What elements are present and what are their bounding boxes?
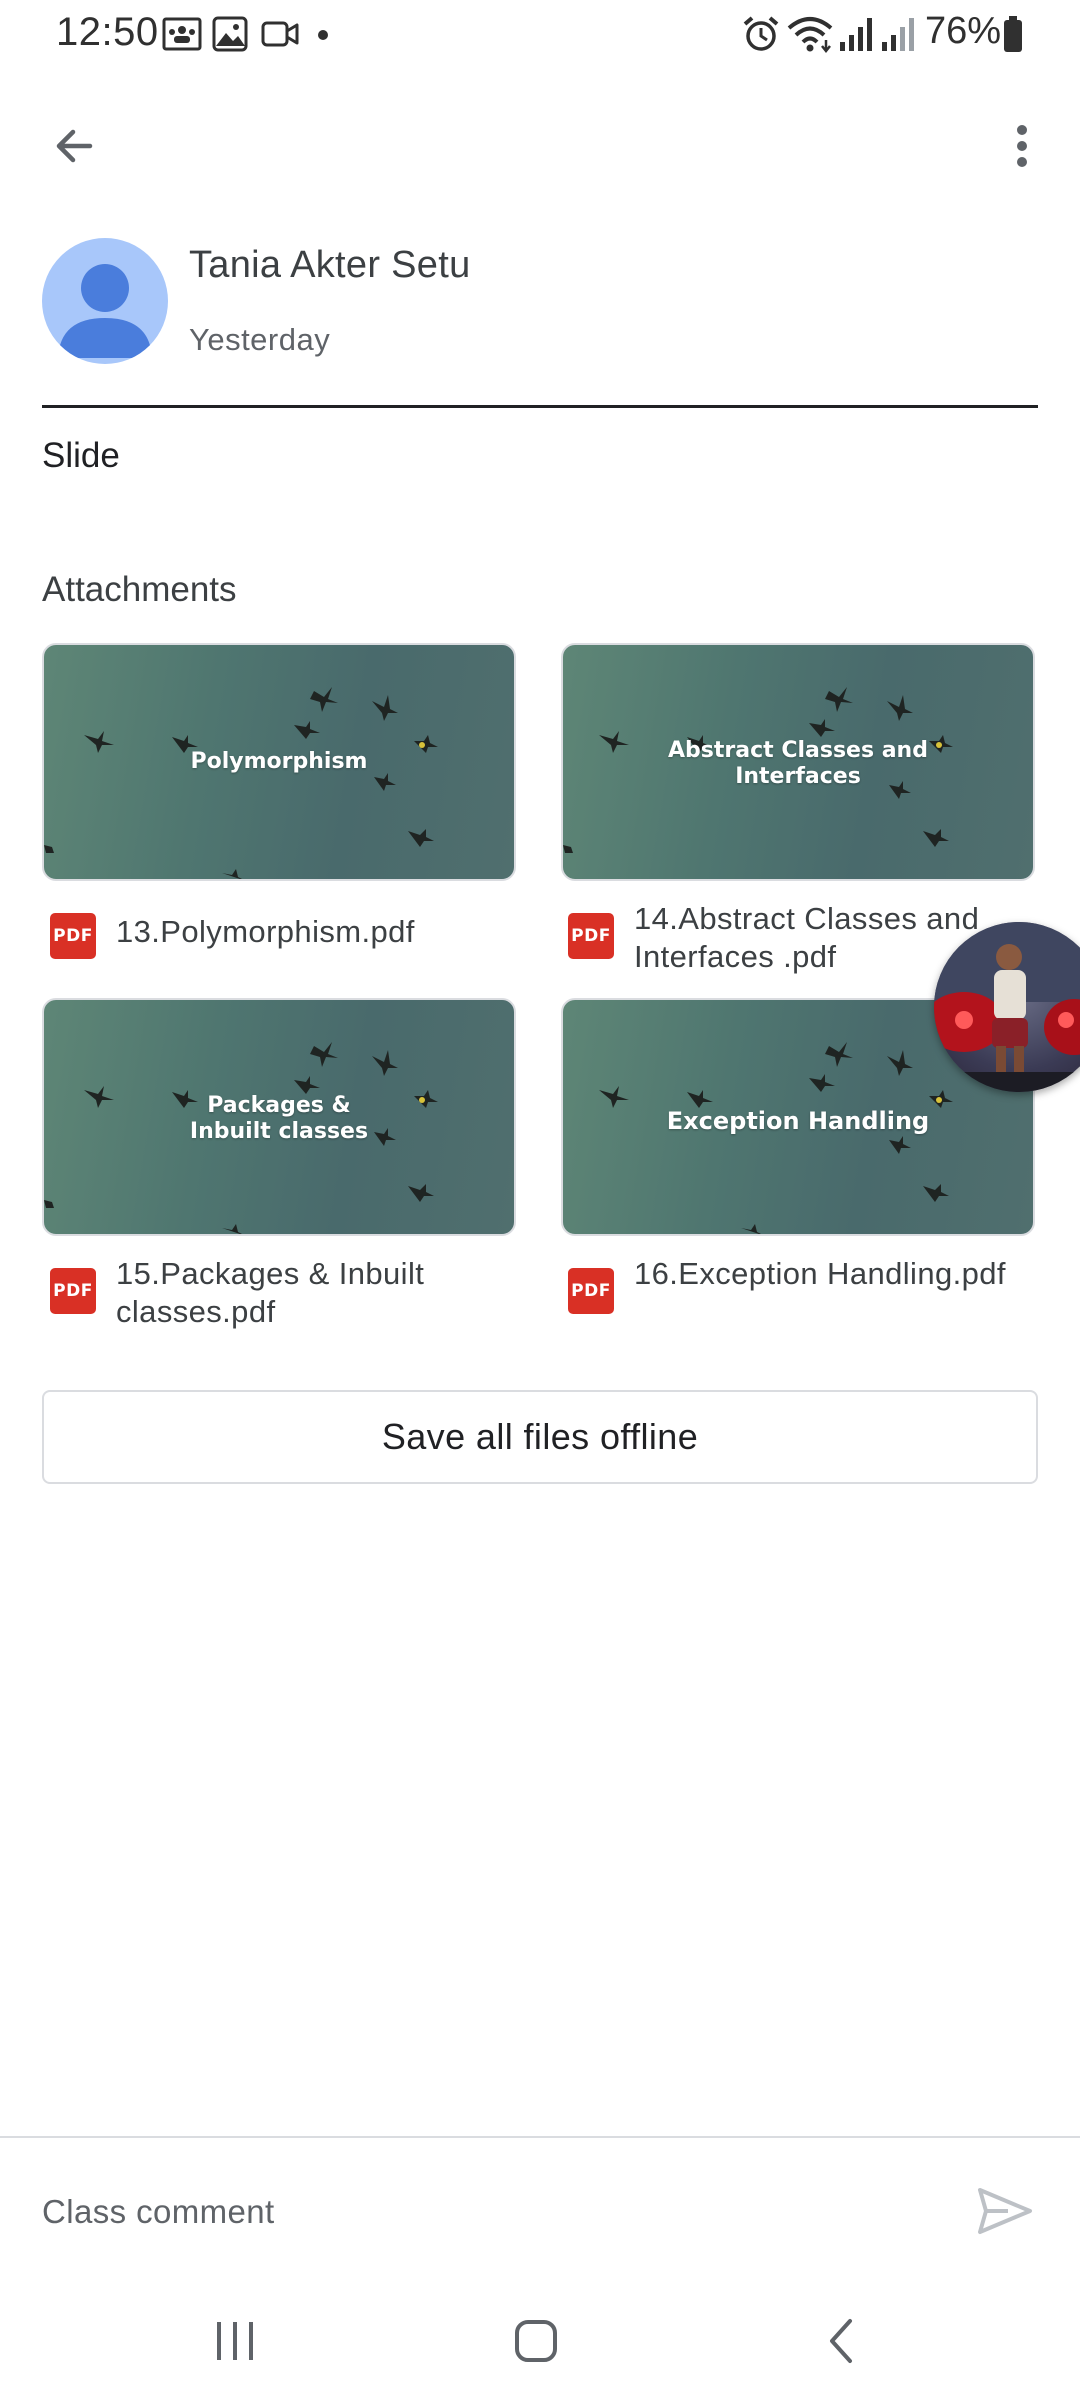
more-options-button[interactable] (984, 108, 1060, 184)
video-call-notification-icon (261, 21, 299, 47)
home-icon (515, 2320, 557, 2362)
status-bar: 12:50 76% (0, 0, 1080, 70)
pdf-icon: PDF (50, 913, 96, 959)
back-button[interactable] (36, 108, 112, 184)
send-comment-button[interactable] (970, 2178, 1040, 2244)
signal-strength-icon-2 (882, 18, 914, 51)
send-icon (978, 2188, 1032, 2234)
header-divider (42, 405, 1038, 408)
recent-apps-button[interactable] (175, 2306, 295, 2376)
attachment-thumbnail[interactable]: Abstract Classes and Interfaces (561, 643, 1035, 881)
screen: 12:50 76% Tania Akter Setu Yesterday Sli… (0, 0, 1080, 2408)
person-icon (58, 264, 152, 358)
attachment-thumbnail-title: Abstract Classes and Interfaces (668, 738, 928, 789)
post-date: Yesterday (189, 322, 331, 357)
post-body: Slide (42, 436, 120, 475)
attachments-heading: Attachments (42, 570, 237, 609)
more-vert-icon (1017, 125, 1027, 167)
attachment-thumbnail-title: Packages & Inbuilt classes (189, 1093, 369, 1144)
comment-divider (0, 2136, 1080, 2138)
pdf-icon: PDF (50, 1268, 96, 1314)
system-back-button[interactable] (780, 2306, 900, 2376)
battery-icon (1004, 16, 1022, 52)
attachment-file[interactable]: PDF 15.Packages & Inbuilt classes.pdf (50, 1255, 516, 1331)
attachment-file-name: 15.Packages & Inbuilt classes.pdf (116, 1256, 425, 1329)
chevron-left-icon (830, 2319, 852, 2363)
attachment-file-name: 16.Exception Handling.pdf (634, 1256, 1006, 1291)
pdf-icon: PDF (568, 1268, 614, 1314)
author-avatar[interactable] (42, 238, 168, 364)
class-comment-input[interactable] (42, 2190, 922, 2234)
alarm-icon (743, 16, 779, 51)
status-time: 12:50 (56, 10, 159, 54)
more-notifications-dot-icon (318, 30, 328, 40)
pdf-icon: PDF (568, 913, 614, 959)
attachment-thumbnail-title: Polymorphism (190, 749, 368, 774)
arrow-left-icon (56, 129, 93, 163)
battery-percentage: 76% (925, 10, 1002, 52)
attachment-file[interactable]: PDF 13.Polymorphism.pdf (50, 913, 516, 959)
wifi-icon (787, 17, 833, 54)
attachment-thumbnail-title: Exception Handling (666, 1107, 930, 1135)
attachment-thumbnail[interactable]: Polymorphism (42, 643, 516, 881)
classroom-notification-icon (162, 17, 202, 51)
home-button[interactable] (476, 2306, 596, 2376)
attachment-file-name: 13.Polymorphism.pdf (116, 914, 415, 949)
attachment-thumbnail[interactable]: Packages & Inbuilt classes (42, 998, 516, 1236)
recent-apps-icon (217, 2322, 253, 2360)
author-name: Tania Akter Setu (189, 244, 471, 286)
attachment-file[interactable]: PDF 16.Exception Handling.pdf (568, 1255, 1034, 1314)
save-all-files-offline-button[interactable]: Save all files offline (42, 1390, 1038, 1484)
signal-strength-icon-1 (840, 18, 872, 51)
gallery-notification-icon (212, 16, 248, 52)
